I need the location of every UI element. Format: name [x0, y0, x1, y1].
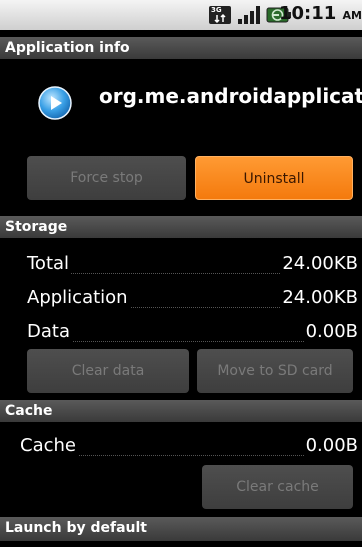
- cache-value: 0.00B: [303, 435, 358, 456]
- status-clock: 10:11 AM: [279, 3, 362, 24]
- clear-cache-button[interactable]: Clear cache: [202, 465, 353, 509]
- storage-total-label: Total: [27, 253, 72, 274]
- storage-data-row: Data 0.00B: [0, 317, 362, 351]
- force-stop-button[interactable]: Force stop: [27, 156, 186, 200]
- cache-label: Cache: [20, 435, 78, 456]
- storage-application-value: 24.00KB: [280, 287, 358, 308]
- move-to-sd-card-button[interactable]: Move to SD card: [197, 349, 353, 393]
- app-info-header: Application info: [0, 37, 362, 59]
- 3g-data-icon: 3G: [209, 6, 231, 24]
- status-bar: 3G 10:11 AM: [0, 0, 362, 30]
- uninstall-button[interactable]: Uninstall: [195, 156, 353, 200]
- status-ampm: AM: [342, 9, 362, 22]
- storage-data-label: Data: [27, 321, 72, 342]
- storage-header: Storage: [0, 216, 362, 238]
- clear-data-button[interactable]: Clear data: [27, 349, 189, 393]
- app-package-name: org.me.androidapplicatio: [99, 84, 362, 108]
- app-icon: [38, 86, 72, 120]
- signal-strength-icon: [237, 5, 261, 25]
- cache-size-row: Cache 0.00B: [0, 406, 362, 456]
- storage-application-label: Application: [27, 287, 130, 308]
- storage-application-row: Application 24.00KB: [0, 283, 362, 317]
- storage-data-value: 0.00B: [303, 321, 358, 342]
- launch-by-default-header: Launch by default: [0, 517, 362, 541]
- storage-total-row: Total 24.00KB: [0, 249, 362, 283]
- status-time: 10:11: [278, 3, 337, 24]
- storage-total-value: 24.00KB: [280, 253, 358, 274]
